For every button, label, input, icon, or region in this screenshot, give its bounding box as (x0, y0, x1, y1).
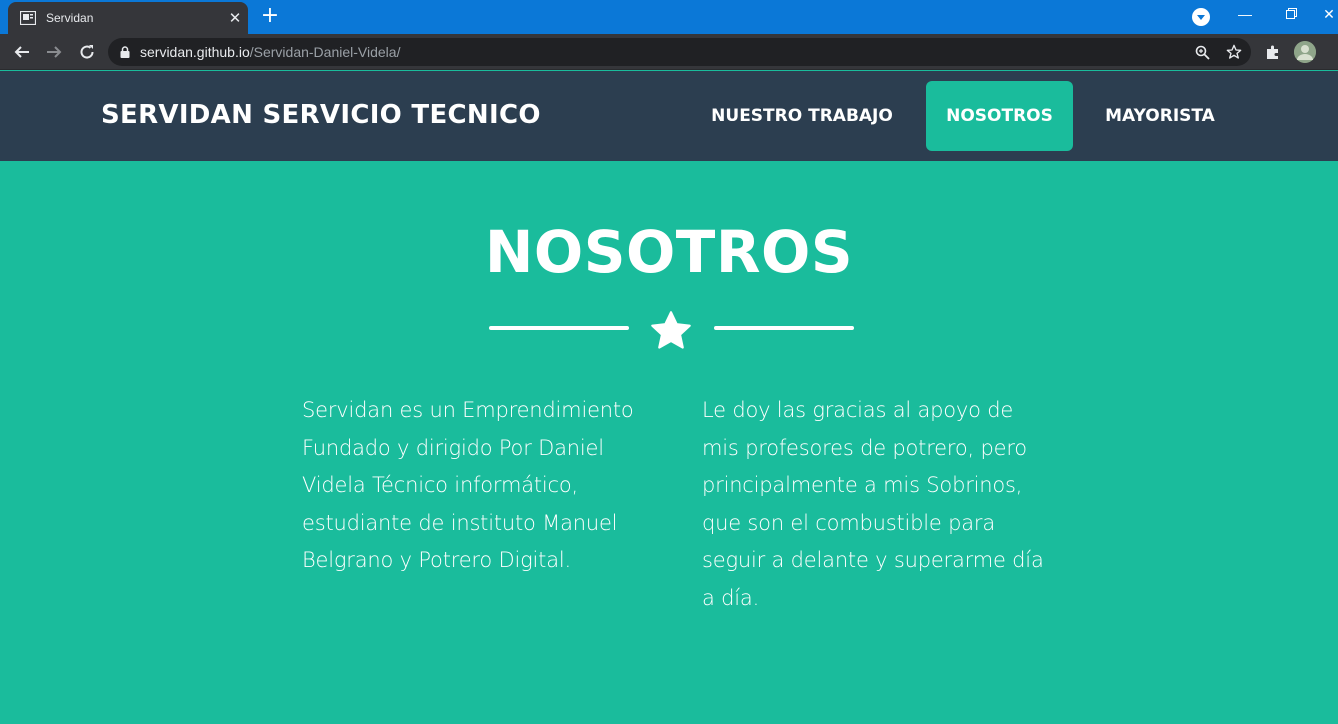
browser-toolbar: servidan.github.io/Servidan-Daniel-Videl… (0, 34, 1338, 70)
nav-link-nosotros[interactable]: NOSOTROS (926, 81, 1073, 151)
forward-arrow-icon[interactable] (43, 41, 65, 63)
section-title: NOSOTROS (484, 218, 854, 286)
nav-link-mayorista[interactable]: MAYORISTA (1087, 81, 1233, 151)
restore-icon[interactable] (1280, 6, 1302, 22)
url-path: /Servidan-Daniel-Videla/ (249, 44, 401, 60)
site-navbar: SERVIDAN SERVICIO TECNICO NUESTRO TRABAJ… (0, 71, 1338, 161)
url-host: servidan.github.io (140, 44, 250, 60)
star-bookmark-icon[interactable] (1225, 43, 1243, 61)
back-arrow-icon[interactable] (11, 41, 33, 63)
minimize-icon[interactable]: — (1234, 6, 1256, 22)
reload-icon[interactable] (76, 41, 98, 63)
lock-icon (120, 43, 130, 62)
browser-tab[interactable]: Servidan ✕ (8, 2, 248, 34)
plus-icon[interactable]: + (258, 5, 282, 29)
zoom-icon[interactable] (1193, 43, 1211, 61)
divider-line-left (489, 326, 629, 330)
tab-favicon-icon (20, 10, 36, 26)
close-icon[interactable]: ✕ (222, 9, 248, 27)
about-paragraph-left: Servidan es un Emprendimiento Fundado y … (302, 398, 634, 572)
divider-line-right (714, 326, 854, 330)
star-icon (649, 309, 693, 353)
address-bar[interactable]: servidan.github.io/Servidan-Daniel-Videl… (108, 38, 1251, 66)
tab-title: Servidan (46, 11, 94, 25)
profile-avatar[interactable] (1294, 41, 1316, 63)
about-paragraph-right: Le doy las gracias al apoyo de mis profe… (702, 398, 1044, 610)
browser-tab-strip: Servidan ✕ + — ✕ (0, 0, 1338, 34)
site-brand[interactable]: SERVIDAN SERVICIO TECNICO (101, 100, 541, 130)
extensions-puzzle-icon[interactable] (1262, 41, 1284, 63)
nav-link-nuestro-trabajo[interactable]: NUESTRO TRABAJO (692, 81, 912, 151)
chevron-down-icon[interactable] (1192, 8, 1210, 26)
close-window-icon[interactable]: ✕ (1318, 6, 1338, 23)
